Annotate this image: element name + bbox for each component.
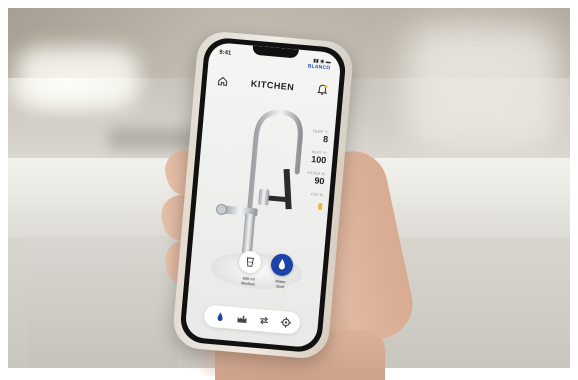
background-cabinet-glow: [408, 28, 558, 148]
factory-icon[interactable]: [236, 312, 249, 325]
tab-bar: [203, 304, 301, 334]
status-time: 9:41: [219, 50, 231, 57]
background-light: [18, 48, 138, 108]
water-drop-icon: [270, 253, 294, 277]
settings-icon[interactable]: [279, 316, 292, 329]
cup-icon: [238, 250, 262, 274]
background-cabinet: [28, 236, 178, 368]
bell-icon[interactable]: [316, 83, 329, 96]
stat-filter: FILTER % 90: [294, 170, 325, 187]
smartphone: 9:41 ▮▮ ◉ ▬ BLANCO KITCHEN: [179, 36, 347, 353]
water-start-button[interactable]: [270, 253, 294, 277]
swap-icon[interactable]: [258, 314, 271, 327]
brand-logo: BLANCO: [308, 63, 331, 71]
stat-heat: HEAT °C 100: [296, 149, 327, 166]
water-drop-icon[interactable]: [214, 310, 227, 323]
cup-size-button[interactable]: [238, 250, 262, 274]
phone-screen: 9:41 ▮▮ ◉ ▬ BLANCO KITCHEN: [184, 42, 341, 348]
stat-temp: TEMP °C 8: [298, 128, 329, 145]
co2-indicator: [318, 203, 323, 210]
stat-co2: CO2 %: [292, 191, 324, 216]
